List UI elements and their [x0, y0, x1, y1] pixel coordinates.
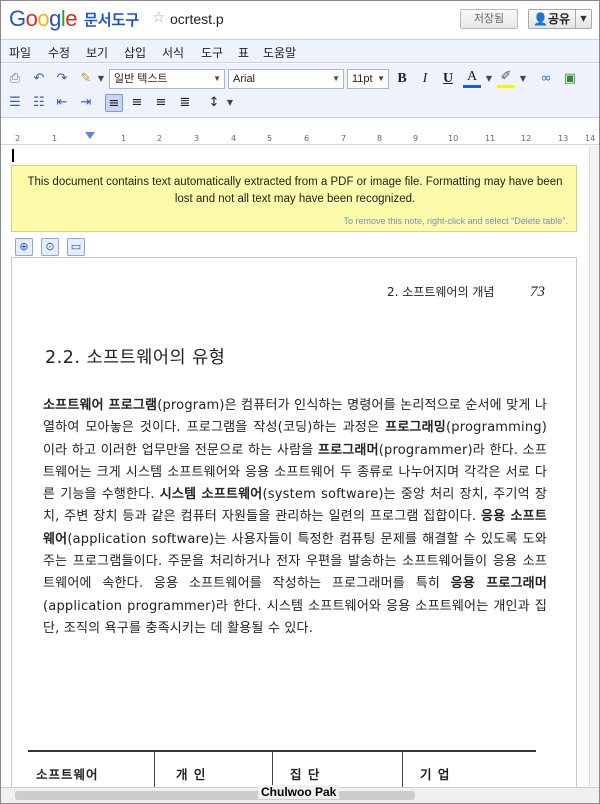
- menu-view[interactable]: 보기: [86, 44, 108, 61]
- product-name: 문서도구: [84, 11, 140, 29]
- paragraph-run: (application programmer)라 한다. 시스템 소프트웨어와…: [43, 598, 547, 636]
- menu-edit[interactable]: 수정: [48, 44, 70, 61]
- font-size-value: 11pt: [352, 73, 373, 85]
- chevron-down-icon[interactable]: ▼: [221, 94, 239, 112]
- ruler-tick: 2: [15, 134, 21, 143]
- ruler-tick: 9: [413, 134, 419, 143]
- star-icon[interactable]: ☆: [152, 8, 165, 26]
- chevron-down-icon[interactable]: ▼: [92, 70, 110, 88]
- menu-format[interactable]: 서식: [162, 44, 184, 61]
- undo-icon[interactable]: ↶: [30, 70, 48, 88]
- font-select-value: Arial: [233, 73, 256, 85]
- toolbar: ⎙ ↶ ↷ ✎ ▼ 일반 텍스트 ▼ Arial ▼ 11pt ▼ B I U A ▼…: [1, 64, 599, 118]
- display-icon[interactable]: ▭: [67, 238, 85, 256]
- text-cursor: [12, 149, 14, 162]
- menu-help[interactable]: 도움말: [263, 44, 296, 61]
- ruler-tick: 7: [341, 134, 347, 143]
- vertical-scrollbar[interactable]: [589, 146, 599, 786]
- redo-icon[interactable]: ↷: [53, 70, 71, 88]
- scanned-page-image[interactable]: 2. 소프트웨어의 개념 73 2.2. 소프트웨어의 유형 소프트웨어 프로그…: [11, 257, 577, 797]
- zoom-icon[interactable]: ⊙: [41, 238, 59, 256]
- bold-button[interactable]: B: [393, 70, 411, 88]
- print-icon[interactable]: ⎙: [6, 70, 24, 88]
- image-options-icon[interactable]: ⊕: [15, 238, 33, 256]
- text-color-button[interactable]: A: [463, 69, 481, 88]
- chevron-down-icon: ▼: [377, 74, 385, 83]
- ruler-tick: 12: [521, 134, 532, 143]
- font-size-select[interactable]: 11pt ▼: [347, 69, 389, 89]
- decrease-indent-icon[interactable]: ⇤: [53, 94, 71, 112]
- menu-insert[interactable]: 삽입: [124, 44, 146, 61]
- google-logo[interactable]: Google: [9, 6, 78, 32]
- app-header: Google 문서도구 ☆ ocrtest.p 저장됨 👤공유 ▼: [1, 1, 599, 37]
- bold-term: 응용 프로그래머: [450, 576, 547, 592]
- ruler-tick: 10: [448, 134, 459, 143]
- body-paragraph: 소프트웨어 프로그램(program)은 컴퓨터가 인식하는 명령어를 논리적으…: [43, 395, 547, 640]
- bold-term: 프로그래밍: [385, 420, 446, 436]
- ruler[interactable]: 2 1 1 2 3 4 5 6 7 8 9 10 11 12 13 14: [1, 131, 599, 145]
- ocr-notice-table[interactable]: This document contains text automaticall…: [11, 165, 577, 232]
- page-number: 73: [530, 284, 545, 300]
- ruler-tick: 14: [585, 134, 596, 143]
- bold-term: 프로그래머: [317, 442, 379, 458]
- scrollbar-thumb[interactable]: [15, 791, 415, 800]
- chevron-down-icon: ▼: [580, 14, 587, 23]
- ruler-tick: 5: [267, 134, 273, 143]
- numbered-list-icon[interactable]: ☰: [6, 94, 24, 112]
- chevron-down-icon: ▼: [332, 74, 340, 83]
- saved-button[interactable]: 저장됨: [460, 9, 518, 29]
- table-header-cell: 집 단: [290, 767, 321, 782]
- share-label: 공유: [547, 12, 571, 26]
- ruler-tick: 8: [377, 134, 383, 143]
- ruler-tick: 4: [231, 134, 237, 143]
- ruler-tick: 3: [194, 134, 200, 143]
- indent-marker[interactable]: [85, 132, 95, 139]
- font-select[interactable]: Arial ▼: [228, 69, 344, 89]
- style-select-value: 일반 텍스트: [114, 73, 168, 85]
- underline-button[interactable]: U: [439, 70, 457, 88]
- ruler-tick: 11: [485, 134, 496, 143]
- table-header-cell: 소프트웨어: [36, 767, 99, 782]
- menu-table[interactable]: 표: [238, 44, 249, 61]
- chevron-down-icon[interactable]: ▼: [514, 70, 532, 88]
- software-table: 소프트웨어 개 인 집 단 기 업: [28, 750, 536, 796]
- insert-image-icon[interactable]: ▣: [561, 70, 579, 88]
- align-justify-icon[interactable]: ≣: [176, 94, 194, 112]
- ruler-tick: 1: [121, 134, 127, 143]
- menu-tools[interactable]: 도구: [201, 44, 223, 61]
- share-button[interactable]: 👤공유: [528, 9, 576, 29]
- align-left-icon[interactable]: ≡: [105, 94, 123, 112]
- style-select[interactable]: 일반 텍스트 ▼: [109, 69, 225, 89]
- highlight-icon[interactable]: ✐: [497, 69, 515, 88]
- ruler-tick: 2: [157, 134, 163, 143]
- bold-term: 시스템 소프트웨어: [159, 487, 263, 503]
- italic-button[interactable]: I: [416, 70, 434, 88]
- ruler-tick: 6: [304, 134, 310, 143]
- share-dropdown-button[interactable]: ▼: [576, 9, 592, 29]
- menu-bar: 파일 수정 보기 삽입 서식 도구 표 도움말: [1, 39, 599, 63]
- person-icon: 👤: [533, 12, 548, 26]
- ruler-tick: 1: [52, 134, 58, 143]
- increase-indent-icon[interactable]: ⇥: [77, 94, 95, 112]
- section-title: 2.2. 소프트웨어의 유형: [45, 348, 226, 368]
- ocr-notice-hint: To remove this note, right-click and sel…: [343, 216, 569, 226]
- table-header-cell: 개 인: [176, 767, 207, 782]
- running-head: 2. 소프트웨어의 개념: [387, 285, 495, 299]
- table-header-cell: 기 업: [420, 767, 451, 782]
- document-canvas[interactable]: This document contains text automaticall…: [1, 146, 589, 797]
- browser-window: Google 문서도구 ☆ ocrtest.p 저장됨 👤공유 ▼ 파일 수정 …: [0, 0, 600, 804]
- link-icon[interactable]: ∞: [537, 70, 555, 88]
- align-right-icon[interactable]: ≡: [152, 94, 170, 112]
- ruler-tick: 13: [558, 134, 569, 143]
- document-title[interactable]: ocrtest.p: [170, 11, 224, 27]
- menu-file[interactable]: 파일: [9, 44, 31, 61]
- bulleted-list-icon[interactable]: ☷: [30, 94, 48, 112]
- chevron-down-icon[interactable]: ▼: [480, 70, 498, 88]
- watermark: Chulwoo Pak: [258, 785, 340, 799]
- ocr-notice-message: This document contains text automaticall…: [27, 176, 563, 205]
- align-center-icon[interactable]: ≡: [128, 94, 146, 112]
- bold-term: 소프트웨어 프로그램: [43, 398, 158, 413]
- chevron-down-icon: ▼: [213, 74, 221, 83]
